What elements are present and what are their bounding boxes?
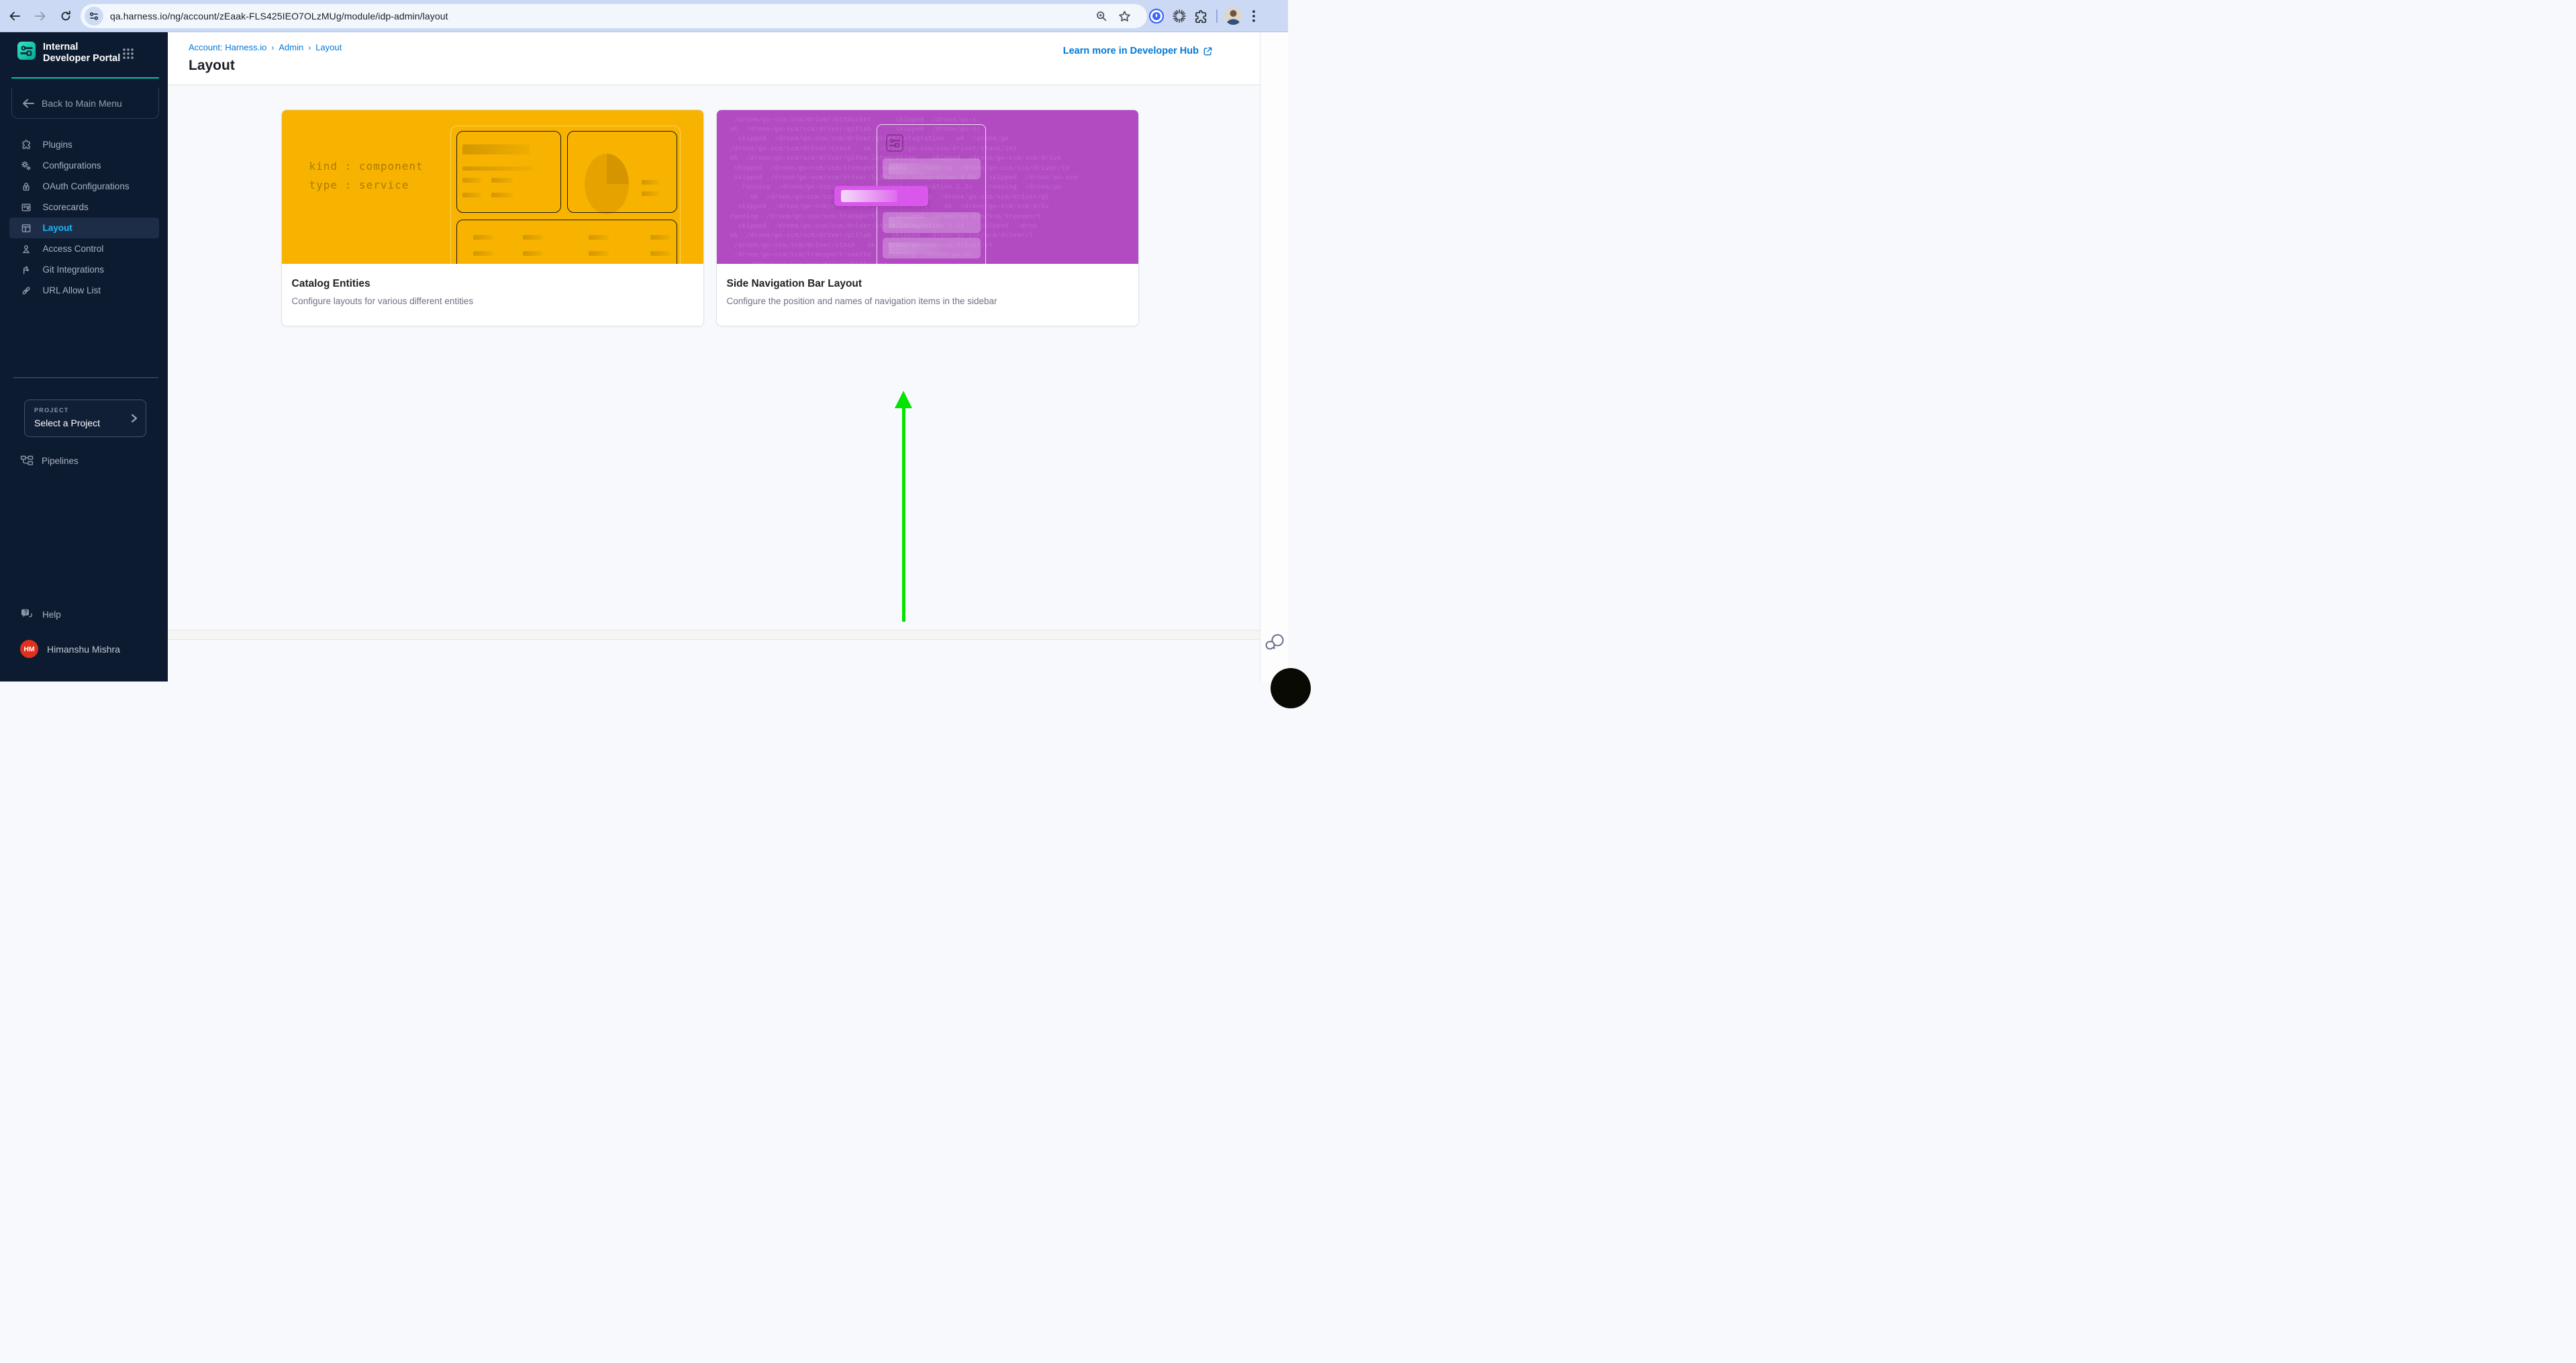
footer-strip	[168, 630, 1260, 640]
mini-nav-pill	[883, 212, 981, 233]
card-description: Configure layouts for various different …	[292, 296, 693, 306]
address-bar[interactable]: qa.harness.io/ng/account/zEaak-FLS425IEO…	[81, 4, 1147, 28]
sidebar-item-label: Scorecards	[43, 202, 89, 212]
right-rail	[1260, 32, 1288, 682]
learn-more-link[interactable]: Learn more in Developer Hub	[1063, 46, 1213, 56]
card-description: Configure the position and names of navi…	[727, 296, 1128, 306]
teal-accent-divider	[11, 77, 159, 79]
breadcrumb: Account: Harness.io › Admin › Layout	[189, 42, 342, 52]
forward-icon[interactable]	[32, 8, 48, 24]
illustration-panel-table	[456, 220, 677, 264]
sidebar-divider	[13, 377, 158, 378]
scorecard-icon	[21, 202, 32, 213]
browser-toolbar: qa.harness.io/ng/account/zEaak-FLS425IEO…	[0, 0, 1288, 32]
sidebar-item-label: URL Allow List	[43, 285, 101, 295]
sidebar-item-scorecards[interactable]: Scorecards	[9, 197, 159, 218]
person-icon	[21, 244, 32, 254]
learn-more-label: Learn more in Developer Hub	[1063, 46, 1199, 56]
help-chat-icon: ?	[20, 608, 34, 620]
chat-bubbles-icon[interactable]	[1265, 632, 1285, 653]
lock-icon	[21, 181, 32, 192]
reload-icon[interactable]	[58, 8, 74, 24]
sidebar-item-url-allow-list[interactable]: URL Allow List	[9, 280, 159, 301]
link-icon	[21, 285, 32, 296]
sidenav-card-illustration: /drone/go-scm/scm/driver/bitbucket skipp…	[717, 110, 1138, 264]
project-selector[interactable]: PROJECT Select a Project	[24, 399, 146, 437]
card-title: Catalog Entities	[292, 278, 693, 290]
mini-nav-pill	[883, 238, 981, 258]
help-label: Help	[42, 610, 61, 620]
sidebar: Internal Developer Portal Back to Main M…	[0, 32, 168, 682]
svg-text:?: ?	[24, 610, 28, 616]
back-icon[interactable]	[7, 8, 23, 24]
external-link-icon	[1203, 46, 1213, 56]
sidebar-item-label: OAuth Configurations	[43, 181, 130, 191]
sidebar-nav: Plugins Configurations OAuth Configuration…	[0, 134, 168, 301]
sidebar-item-label: Plugins	[43, 140, 72, 150]
product-title: Internal Developer Portal	[43, 42, 122, 64]
page-header: Account: Harness.io › Admin › Layout Lay…	[168, 32, 1260, 85]
menu-kebab-icon[interactable]	[1247, 7, 1260, 25]
user-avatar: HM	[20, 640, 38, 658]
sidebar-item-label: Layout	[43, 223, 72, 233]
cursor-corner-shape	[1271, 668, 1311, 708]
sidebar-user[interactable]: HM Himanshu Mishra	[20, 640, 120, 658]
page-title: Layout	[189, 58, 235, 74]
breadcrumb-separator: ›	[308, 43, 311, 52]
zoom-icon[interactable]	[1093, 8, 1109, 24]
plugin-icon	[21, 140, 32, 150]
app-grid-icon[interactable]	[121, 47, 135, 60]
illustration-panel-about	[456, 131, 561, 213]
bookmark-star-icon[interactable]	[1116, 8, 1132, 24]
breadcrumb-layout[interactable]: Layout	[315, 42, 342, 52]
annotation-arrow-up	[895, 391, 912, 622]
mini-nav-pill-dragging	[834, 186, 928, 206]
pipelines-label: Pipelines	[42, 456, 79, 466]
sidebar-item-access-control[interactable]: Access Control	[9, 238, 159, 259]
gears-icon	[21, 160, 32, 171]
breadcrumb-separator: ›	[271, 43, 274, 52]
back-to-main-menu[interactable]: Back to Main Menu	[22, 98, 122, 109]
sidebar-item-configurations[interactable]: Configurations	[9, 155, 159, 176]
sidebar-item-layout[interactable]: Layout	[9, 218, 159, 238]
catalog-card-illustration: kind : component type : service	[282, 110, 703, 264]
illustration-panel-chart	[567, 131, 677, 213]
extensions-puzzle-icon[interactable]	[1192, 7, 1209, 25]
chevron-right-icon	[130, 412, 139, 428]
sidebar-item-git-integrations[interactable]: Git Integrations	[9, 259, 159, 280]
sidebar-item-oauth-configurations[interactable]: OAuth Configurations	[9, 176, 159, 197]
sidebar-item-label: Git Integrations	[43, 265, 105, 275]
site-settings-icon[interactable]	[85, 7, 103, 26]
content-area: kind : component type : service	[168, 85, 1260, 630]
user-name: Himanshu Mishra	[47, 644, 120, 655]
onepassword-extension-icon[interactable]	[1148, 7, 1165, 25]
yaml-kind-line: kind : component	[309, 160, 424, 173]
breadcrumb-account[interactable]: Account: Harness.io	[189, 42, 266, 52]
sidebar-item-pipelines[interactable]: Pipelines	[20, 455, 79, 466]
project-label: PROJECT	[34, 407, 69, 414]
card-side-navigation-layout[interactable]: /drone/go-scm/scm/driver/bitbucket skipp…	[716, 109, 1139, 326]
card-title: Side Navigation Bar Layout	[727, 278, 1128, 290]
back-label: Back to Main Menu	[42, 98, 122, 109]
url-text[interactable]: qa.harness.io/ng/account/zEaak-FLS425IEO…	[110, 11, 448, 21]
arrow-left-icon	[22, 98, 34, 109]
harness-idp-logo-icon	[17, 42, 36, 60]
toolbar-divider	[1216, 9, 1218, 23]
git-icon	[21, 265, 32, 275]
sidebar-item-label: Configurations	[43, 160, 101, 171]
card-catalog-entities[interactable]: kind : component type : service	[281, 109, 704, 326]
breadcrumb-admin[interactable]: Admin	[279, 42, 303, 52]
sidebar-item-plugins[interactable]: Plugins	[9, 134, 159, 155]
mini-logo-icon	[886, 134, 903, 152]
project-value: Select a Project	[34, 418, 100, 428]
layout-icon	[21, 223, 32, 234]
sidebar-item-help[interactable]: ? Help	[20, 608, 61, 620]
profile-avatar[interactable]	[1224, 7, 1242, 25]
spinner-extension-icon[interactable]	[1171, 7, 1188, 25]
yaml-type-line: type : service	[309, 179, 409, 191]
sidebar-item-label: Access Control	[43, 244, 104, 254]
pipelines-icon	[20, 455, 34, 466]
mini-nav-pill	[883, 158, 981, 179]
